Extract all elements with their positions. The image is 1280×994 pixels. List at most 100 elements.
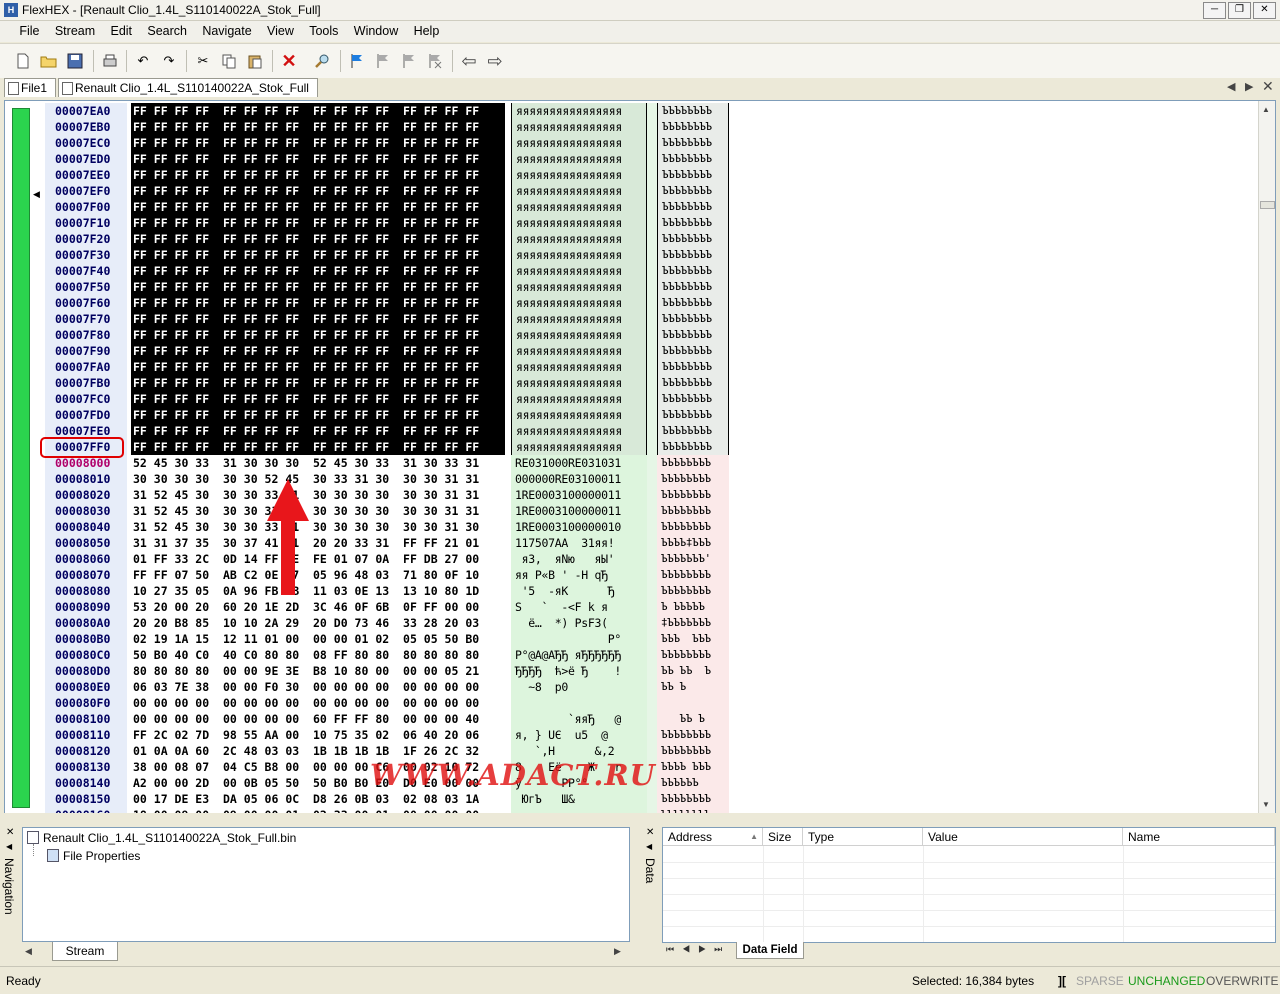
forward-icon[interactable]: ⇨ xyxy=(486,51,504,71)
row-symbol-text[interactable]: ЪЪЪЪЪЪЪЪ xyxy=(657,455,729,471)
row-ascii-text[interactable]: 000000RE03100011 xyxy=(511,471,647,487)
row-address[interactable]: 00007F70 xyxy=(45,311,127,327)
row-hex-bytes[interactable]: 31 31 37 35 30 37 41 41 20 20 33 31 FF F… xyxy=(131,535,505,551)
row-hex-bytes[interactable]: FF FF FF FF FF FF FF FF FF FF FF FF FF F… xyxy=(131,263,505,279)
row-address[interactable]: 000080D0 xyxy=(45,663,127,679)
tab-scroll-right-icon[interactable]: ▶ xyxy=(1245,80,1253,93)
first-record-icon[interactable]: ⏮ xyxy=(666,944,682,954)
row-symbol-text[interactable]: Ъ ЪЪЪЪЪ xyxy=(657,599,729,615)
save-icon[interactable] xyxy=(66,52,84,70)
close-button[interactable]: ✕ xyxy=(1253,2,1276,19)
row-address[interactable]: 00007FC0 xyxy=(45,391,127,407)
scroll-thumb[interactable] xyxy=(1260,201,1275,209)
row-address[interactable]: 000080E0 xyxy=(45,679,127,695)
row-ascii-text[interactable]: яяяяяяяяяяяяяяяя xyxy=(511,231,647,247)
row-hex-bytes[interactable]: FF FF 07 50 AB C2 0E 27 05 96 48 03 71 8… xyxy=(131,567,505,583)
row-ascii-text[interactable]: 1RE0003100000011 xyxy=(511,503,647,519)
row-symbol-text[interactable]: ЪЪЪЪЪЪЪЪ xyxy=(657,407,729,423)
column-address[interactable]: Address ▲ xyxy=(663,828,763,846)
row-hex-bytes[interactable]: FF 2C 02 7D 98 55 AA 00 10 75 35 02 06 4… xyxy=(131,727,505,743)
row-address[interactable]: 00008130 xyxy=(45,759,127,775)
row-symbol-text[interactable]: ЪЪЪЪЪЪЪЪ xyxy=(657,151,729,167)
row-hex-bytes[interactable]: FF FF FF FF FF FF FF FF FF FF FF FF FF F… xyxy=(131,167,505,183)
nav-scroll-right-icon[interactable]: ▶ xyxy=(614,946,621,957)
row-hex-bytes[interactable]: FF FF FF FF FF FF FF FF FF FF FF FF FF F… xyxy=(131,439,505,455)
row-ascii-text[interactable] xyxy=(511,695,647,711)
row-symbol-text[interactable]: ЪЪЪЪЪЪЪЪ xyxy=(657,743,729,759)
row-address[interactable]: 00007F60 xyxy=(45,295,127,311)
menu-edit[interactable]: Edit xyxy=(104,21,138,42)
row-symbol-text[interactable]: ЪЪЪЪЪЪЪЪ xyxy=(657,327,729,343)
row-ascii-text[interactable]: яяяяяяяяяяяяяяяя xyxy=(511,391,647,407)
print-icon[interactable] xyxy=(101,52,119,70)
row-address[interactable]: 00007F50 xyxy=(45,279,127,295)
cut-icon[interactable]: ✂ xyxy=(194,52,212,70)
row-address[interactable]: 00008030 xyxy=(45,503,127,519)
row-hex-bytes[interactable]: FF FF FF FF FF FF FF FF FF FF FF FF FF F… xyxy=(131,423,505,439)
row-symbol-text[interactable]: ЪЪЪЪЪЪЪЪ xyxy=(657,183,729,199)
row-address[interactable]: 00008140 xyxy=(45,775,127,791)
row-hex-bytes[interactable]: 01 0A 0A 60 2C 48 03 03 1B 1B 1B 1B 1F 2… xyxy=(131,743,505,759)
open-icon[interactable] xyxy=(40,52,58,70)
menu-stream[interactable]: Stream xyxy=(49,21,101,42)
row-ascii-text[interactable]: `,H &,2 xyxy=(511,743,647,759)
row-symbol-text[interactable]: ЪЪЪЪЪЪЪЪ xyxy=(657,215,729,231)
row-hex-bytes[interactable]: FF FF FF FF FF FF FF FF FF FF FF FF FF F… xyxy=(131,295,505,311)
vertical-scrollbar[interactable]: ▲ ▼ xyxy=(1258,101,1275,813)
row-ascii-text[interactable]: яяяяяяяяяяяяяяяя xyxy=(511,279,647,295)
scroll-down-icon[interactable]: ▼ xyxy=(1262,800,1270,809)
prev-record-icon[interactable]: ◀ xyxy=(682,944,698,954)
row-symbol-text[interactable]: ЪЪЪЪЪЪЪЪ xyxy=(657,647,729,663)
minimize-button[interactable]: ─ xyxy=(1203,2,1226,19)
menu-help[interactable]: Help xyxy=(408,21,446,42)
tree-item-file[interactable]: Renault Clio_1.4L_S110140022A_Stok_Full.… xyxy=(27,831,296,845)
row-hex-bytes[interactable]: 01 FF 33 2C 0D 14 FF 4E FE 01 07 0A FF D… xyxy=(131,551,505,567)
row-symbol-text[interactable]: ЪЪЪЪЪЪЪЪ xyxy=(657,167,729,183)
row-hex-bytes[interactable]: FF FF FF FF FF FF FF FF FF FF FF FF FF F… xyxy=(131,311,505,327)
row-ascii-text[interactable]: `яяЂ @ xyxy=(511,711,647,727)
row-hex-bytes[interactable]: FF FF FF FF FF FF FF FF FF FF FF FF FF F… xyxy=(131,343,505,359)
row-address[interactable]: 00007EB0 xyxy=(45,119,127,135)
row-symbol-text[interactable]: ЪЪЪЪЪЪ xyxy=(657,775,729,791)
navigation-tree[interactable]: Renault Clio_1.4L_S110140022A_Stok_Full.… xyxy=(22,827,630,942)
row-hex-bytes[interactable]: 02 19 1A 15 12 11 01 00 00 00 01 02 05 0… xyxy=(131,631,505,647)
row-symbol-text[interactable]: ЪЪЪЪЪЪЪЪ xyxy=(657,423,729,439)
row-ascii-text[interactable]: яяяяяяяяяяяяяяяя xyxy=(511,263,647,279)
row-ascii-text[interactable]: яяяяяяяяяяяяяяяя xyxy=(511,183,647,199)
row-ascii-text[interactable]: яяяяяяяяяяяяяяяя xyxy=(511,359,647,375)
hex-editor[interactable]: ◀ 00007EA0 FF FF FF FF FF FF FF FF FF FF … xyxy=(4,100,1276,814)
panel-close-icon[interactable]: ✕ xyxy=(6,827,14,838)
row-address[interactable]: 00008060 xyxy=(45,551,127,567)
last-record-icon[interactable]: ⏭ xyxy=(714,944,730,954)
row-address[interactable]: 00007FD0 xyxy=(45,407,127,423)
row-hex-bytes[interactable]: FF FF FF FF FF FF FF FF FF FF FF FF FF F… xyxy=(131,103,505,119)
row-address[interactable]: 00008090 xyxy=(45,599,127,615)
row-ascii-text[interactable]: яяяяяяяяяяяяяяяя xyxy=(511,327,647,343)
row-hex-bytes[interactable]: 31 52 45 30 30 30 33 31 30 30 30 30 30 3… xyxy=(131,519,505,535)
row-symbol-text[interactable]: ЪЪ Ъ xyxy=(657,711,729,727)
row-address[interactable]: 00007EF0 xyxy=(45,183,127,199)
next-record-icon[interactable]: ▶ xyxy=(698,944,714,954)
row-ascii-text[interactable]: яяяяяяяяяяяяяяяя xyxy=(511,199,647,215)
row-symbol-text[interactable]: ЪЪЪЪЪЪЪЪ xyxy=(657,567,729,583)
nav-scroll-left-icon[interactable]: ◀ xyxy=(25,946,32,957)
row-hex-bytes[interactable]: 00 17 DE E3 DA 05 06 0C D8 26 0B 03 02 0… xyxy=(131,791,505,807)
row-address[interactable]: 00008040 xyxy=(45,519,127,535)
row-symbol-text[interactable]: ЪЪЪЪЪЪЪЪ xyxy=(657,119,729,135)
row-ascii-text[interactable]: яяяяяяяяяяяяяяяя xyxy=(511,423,647,439)
column-name[interactable]: Name xyxy=(1123,828,1275,846)
row-address[interactable]: 000080C0 xyxy=(45,647,127,663)
row-ascii-text[interactable]: яяяяяяяяяяяяяяяя xyxy=(511,439,647,455)
row-hex-bytes[interactable]: FF FF FF FF FF FF FF FF FF FF FF FF FF F… xyxy=(131,279,505,295)
row-ascii-text[interactable]: яяяяяяяяяяяяяяяя xyxy=(511,103,647,119)
row-hex-bytes[interactable]: 00 00 00 00 00 00 00 00 60 FF FF 80 00 0… xyxy=(131,711,505,727)
row-address[interactable]: 00008150 xyxy=(45,791,127,807)
row-hex-bytes[interactable]: FF FF FF FF FF FF FF FF FF FF FF FF FF F… xyxy=(131,375,505,391)
row-address[interactable]: 00007ED0 xyxy=(45,151,127,167)
row-symbol-text[interactable]: ЪЪЪЪЪЪЪЪ xyxy=(657,391,729,407)
row-ascii-text[interactable]: 1RE0003100000010 xyxy=(511,519,647,535)
column-value[interactable]: Value xyxy=(923,828,1123,846)
row-hex-bytes[interactable]: FF FF FF FF FF FF FF FF FF FF FF FF FF F… xyxy=(131,151,505,167)
row-ascii-text[interactable]: RE031000RE031031 xyxy=(511,455,647,471)
data-grid[interactable]: Address ▲ Size Type Value Name xyxy=(662,827,1276,943)
